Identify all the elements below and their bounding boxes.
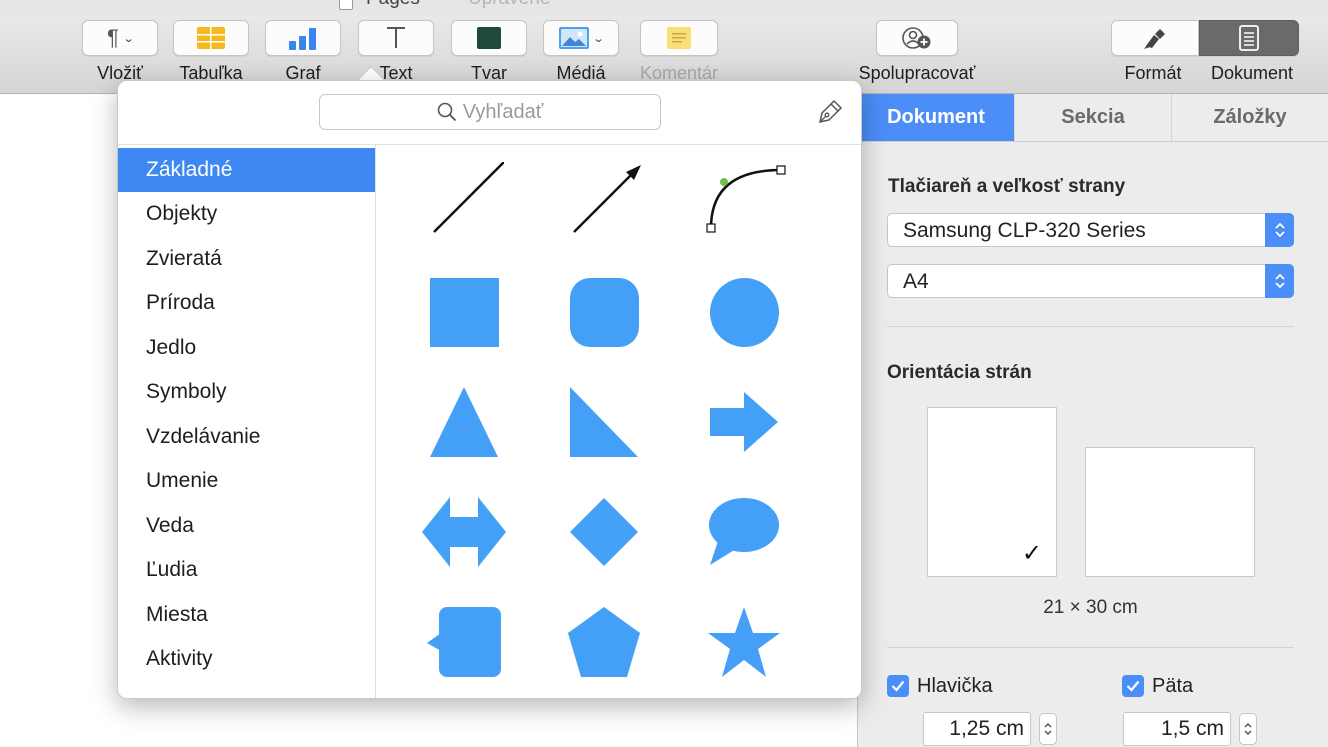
printer-popup[interactable]: Samsung CLP-320 Series [887, 213, 1294, 247]
category-item[interactable]: Základné [118, 148, 375, 192]
collaborate-button[interactable]: Spolupracovať [859, 20, 975, 86]
checkmark-icon: ✓ [1021, 540, 1042, 567]
shape-square[interactable] [416, 267, 512, 357]
shape-grid [376, 145, 861, 698]
printer-section-title: Tlačiareň a veľkosť strany [888, 176, 1126, 197]
header-label: Hlavička [917, 675, 993, 697]
search-icon [437, 102, 456, 122]
note-icon [667, 27, 691, 49]
tab-section[interactable]: Sekcia [1015, 94, 1172, 141]
updown-chevron-icon [1044, 722, 1052, 736]
category-item[interactable]: Príroda [118, 281, 375, 325]
header-margin-field[interactable]: 1,25 cm [923, 712, 1031, 746]
shape-category-list: Základné Objekty Zvieratá Príroda Jedlo … [118, 145, 376, 698]
category-item[interactable]: Miesta [118, 593, 375, 637]
shape-callout[interactable] [416, 597, 512, 687]
inspector-tabs: Dokument Sekcia Záložky [858, 94, 1328, 142]
category-item[interactable]: Objekty [118, 192, 375, 236]
tab-bookmarks[interactable]: Záložky [1172, 94, 1328, 141]
shape-pentagon[interactable] [556, 597, 652, 687]
category-item[interactable]: Jedlo [118, 326, 375, 370]
format-button[interactable] [1111, 20, 1199, 56]
chevron-down-icon: ⌄ [122, 32, 135, 45]
table-icon [197, 27, 225, 49]
media-button[interactable]: ⌄ Médiá [543, 20, 619, 86]
shape-arrow-line[interactable] [556, 157, 652, 247]
document-icon [1239, 25, 1259, 51]
text-box-icon [387, 27, 405, 48]
category-item[interactable]: Zvieratá [118, 237, 375, 281]
landscape-orientation-option[interactable] [1085, 447, 1255, 577]
paper-size-value: A4 [903, 270, 929, 293]
category-item[interactable]: Veda [118, 504, 375, 548]
updown-chevron-icon [1265, 213, 1294, 247]
page-dimensions: 21 × 30 cm [1043, 597, 1138, 618]
divider [887, 326, 1294, 327]
shape-right-triangle[interactable] [556, 377, 652, 467]
shape-arrow[interactable] [696, 377, 792, 467]
shape-curve[interactable] [696, 157, 792, 247]
portrait-orientation-option[interactable]: ✓ [927, 407, 1057, 577]
document-label: Dokument [1210, 63, 1294, 83]
shape-star[interactable] [696, 597, 792, 687]
shape-line[interactable] [416, 157, 512, 247]
updown-chevron-icon [1265, 264, 1294, 298]
shape-double-arrow[interactable] [416, 487, 512, 577]
shapes-popover: Vyhľadať Základné Objekty Zvieratá Príro… [117, 80, 862, 699]
bar-chart-icon [289, 28, 316, 50]
document-button[interactable] [1199, 20, 1299, 56]
format-document-segmented-control: Formát Dokument [1111, 20, 1299, 86]
image-icon [558, 27, 589, 49]
category-item[interactable]: Symboly [118, 370, 375, 414]
document-inspector: Dokument Sekcia Záložky Tlačiareň a veľk… [857, 94, 1328, 747]
shape-diamond[interactable] [556, 487, 652, 577]
footer-margin-stepper[interactable] [1239, 713, 1257, 745]
printer-value: Samsung CLP-320 Series [903, 219, 1146, 242]
category-item[interactable]: Aktivity [118, 637, 375, 681]
paintbrush-icon [1144, 29, 1165, 49]
collaborate-label: Spolupracovať [858, 63, 976, 83]
header-checkbox[interactable] [887, 675, 909, 697]
footer-checkbox[interactable] [1122, 675, 1144, 697]
shape-speech-bubble[interactable] [696, 487, 792, 577]
shape-rounded-square[interactable] [556, 267, 652, 357]
document-icon [339, 0, 353, 10]
category-item[interactable]: Umenie [118, 459, 375, 503]
document-state: Upravené [468, 0, 550, 10]
checkmark-icon [1126, 680, 1140, 692]
pen-tool-icon[interactable] [815, 97, 845, 127]
footer-margin-field[interactable]: 1,5 cm [1123, 712, 1231, 746]
popover-header: Vyhľadať [118, 81, 861, 145]
shape-square-icon [477, 27, 501, 49]
search-placeholder: Vyhľadať [462, 100, 544, 123]
footer-label: Päta [1152, 675, 1194, 697]
collaborate-icon [902, 27, 931, 49]
orientation-section-title: Orientácia strán [887, 362, 1032, 383]
header-margin-stepper[interactable] [1039, 713, 1057, 745]
updown-chevron-icon [1244, 722, 1252, 736]
paper-size-popup[interactable]: A4 [887, 264, 1294, 298]
shape-search-input[interactable]: Vyhľadať [319, 94, 661, 130]
category-item[interactable]: Ľudia [118, 548, 375, 592]
category-item[interactable]: Vzdelávanie [118, 415, 375, 459]
comment-button[interactable]: Komentár [640, 20, 718, 86]
shape-triangle[interactable] [416, 377, 512, 467]
shape-circle[interactable] [696, 267, 792, 357]
window-title-bar: Pages Upravené [0, 0, 1328, 14]
divider [887, 647, 1294, 648]
window-title: Pages [366, 0, 420, 10]
checkmark-icon [891, 680, 905, 692]
chevron-down-icon: ⌄ [592, 32, 605, 45]
paragraph-icon: ¶ [106, 25, 119, 50]
tab-document[interactable]: Dokument [858, 94, 1015, 141]
